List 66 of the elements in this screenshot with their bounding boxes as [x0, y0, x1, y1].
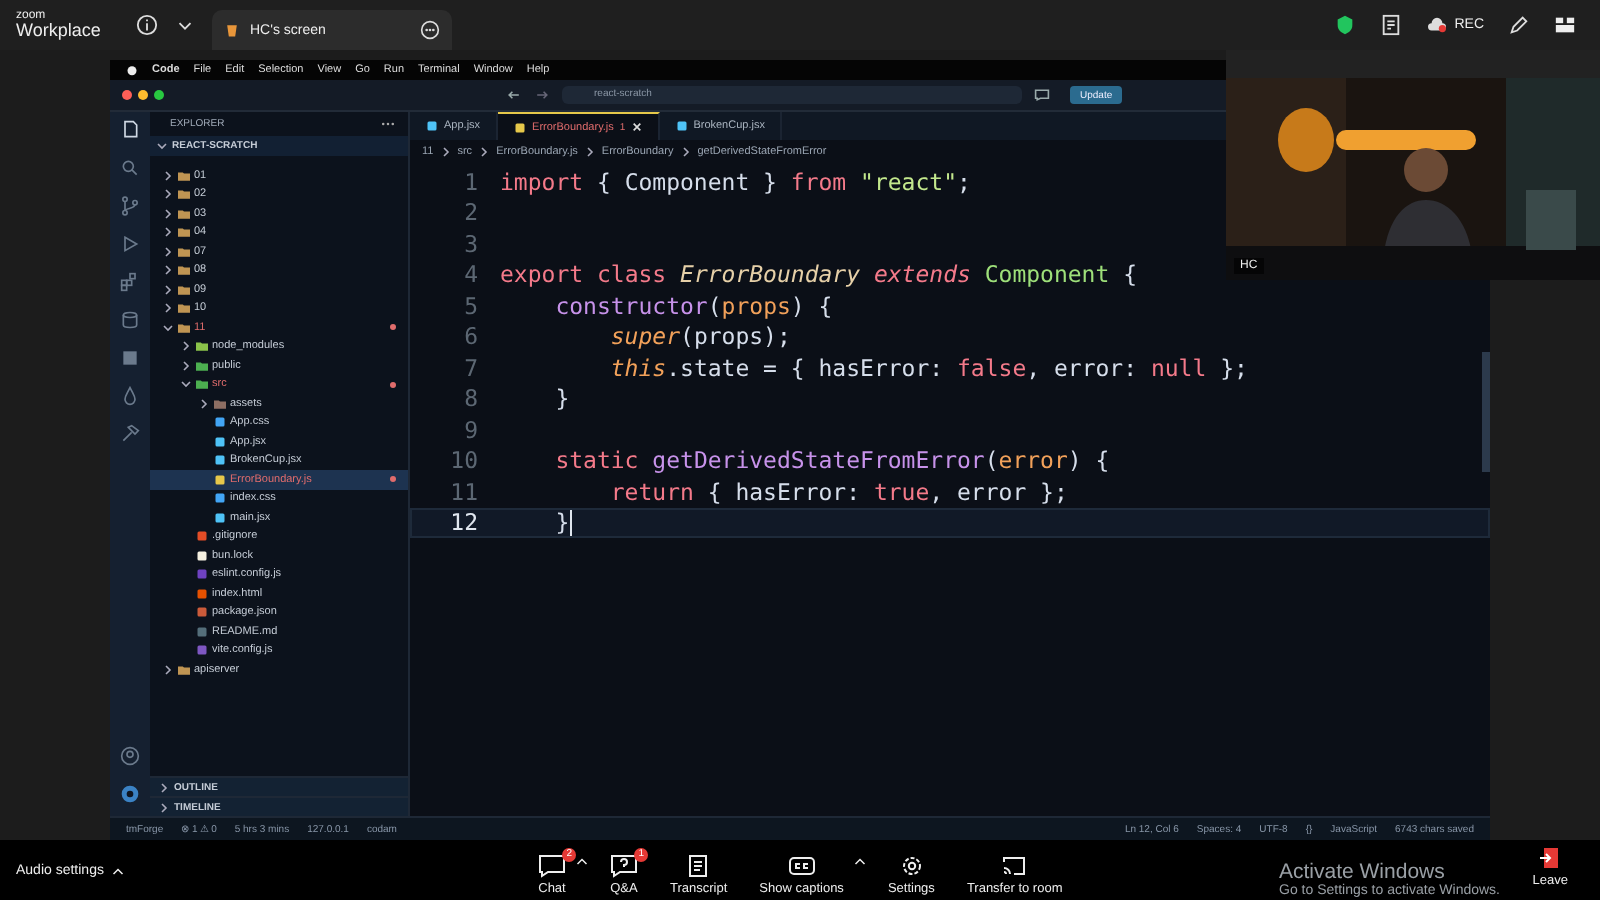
line-number: 10	[448, 446, 480, 475]
captions-icon	[787, 853, 816, 877]
files-icon[interactable]	[120, 120, 140, 140]
line-number: 2	[462, 198, 480, 227]
cast-icon	[1000, 853, 1029, 877]
branch-icon[interactable]	[120, 196, 140, 216]
line-number: 12	[448, 508, 480, 537]
forward-arrow-icon[interactable]	[534, 88, 550, 102]
line-number: 4	[462, 260, 480, 289]
chat-icon[interactable]	[1034, 88, 1050, 102]
line-number: 8	[462, 384, 480, 413]
info-icon[interactable]	[136, 14, 158, 36]
caret-icon[interactable]	[853, 855, 866, 865]
hammer-icon[interactable]	[120, 424, 140, 444]
chat-icon	[538, 853, 566, 877]
line-number: 1	[462, 167, 480, 196]
chevron-icon	[679, 145, 692, 157]
question-icon	[610, 853, 638, 877]
line-number: 9	[462, 415, 480, 444]
code-line: super(props);	[608, 322, 791, 351]
code-line: this.state = { hasError: false, error: null };	[608, 353, 1248, 382]
line-number: 7	[462, 353, 480, 382]
account-icon[interactable]	[120, 746, 140, 766]
cup-icon	[224, 22, 240, 38]
database-icon[interactable]	[120, 310, 140, 330]
shield-icon[interactable]	[1334, 14, 1357, 36]
cloud-record-icon	[1426, 16, 1449, 34]
pencil-icon[interactable]	[1508, 14, 1530, 36]
chevron-icon	[156, 140, 168, 152]
search-icon[interactable]	[120, 158, 140, 178]
exit-door-icon	[1538, 846, 1563, 870]
minimize-light[interactable]	[138, 90, 148, 100]
play-icon[interactable]	[120, 234, 140, 254]
more-icon[interactable]	[420, 20, 440, 40]
chevron-icon	[478, 145, 491, 157]
more-icon[interactable]	[380, 120, 396, 128]
document-icon	[684, 853, 713, 877]
line-number: 6	[462, 322, 480, 351]
extensions-icon[interactable]	[120, 272, 140, 292]
grid-icon[interactable]	[1554, 14, 1576, 36]
notes-icon[interactable]	[1380, 14, 1403, 36]
line-number: 11	[448, 477, 480, 506]
drop-icon[interactable]	[120, 386, 140, 406]
close-light[interactable]	[122, 90, 132, 100]
code-line: constructor(props) {	[553, 291, 833, 320]
scrollbar-thumb[interactable]	[1482, 352, 1490, 472]
code-line: }	[553, 384, 570, 413]
modified-dot	[390, 381, 396, 388]
line-number: 3	[462, 229, 480, 258]
chevron-icon	[583, 145, 596, 157]
code-line: import { Component } from "react";	[500, 167, 971, 196]
chevron-icon	[162, 663, 174, 676]
code-line: export class ErrorBoundary extends Component {	[500, 260, 1138, 289]
zoom-light[interactable]	[154, 90, 164, 100]
modified-dot	[390, 324, 396, 331]
caret-icon[interactable]	[576, 855, 588, 865]
code-line: }	[553, 508, 573, 537]
modified-dot	[390, 476, 396, 483]
code-line: static getDerivedStateFromError(error) {	[553, 446, 1110, 475]
back-arrow-icon[interactable]	[506, 88, 522, 102]
activation-title: Activate Windows	[1279, 860, 1445, 884]
close-icon[interactable]	[631, 122, 642, 132]
code-line: return { hasError: true, error };	[608, 477, 1068, 506]
line-number: 5	[462, 291, 480, 320]
caret-icon[interactable]	[111, 865, 124, 875]
chevron-icon	[439, 145, 452, 157]
